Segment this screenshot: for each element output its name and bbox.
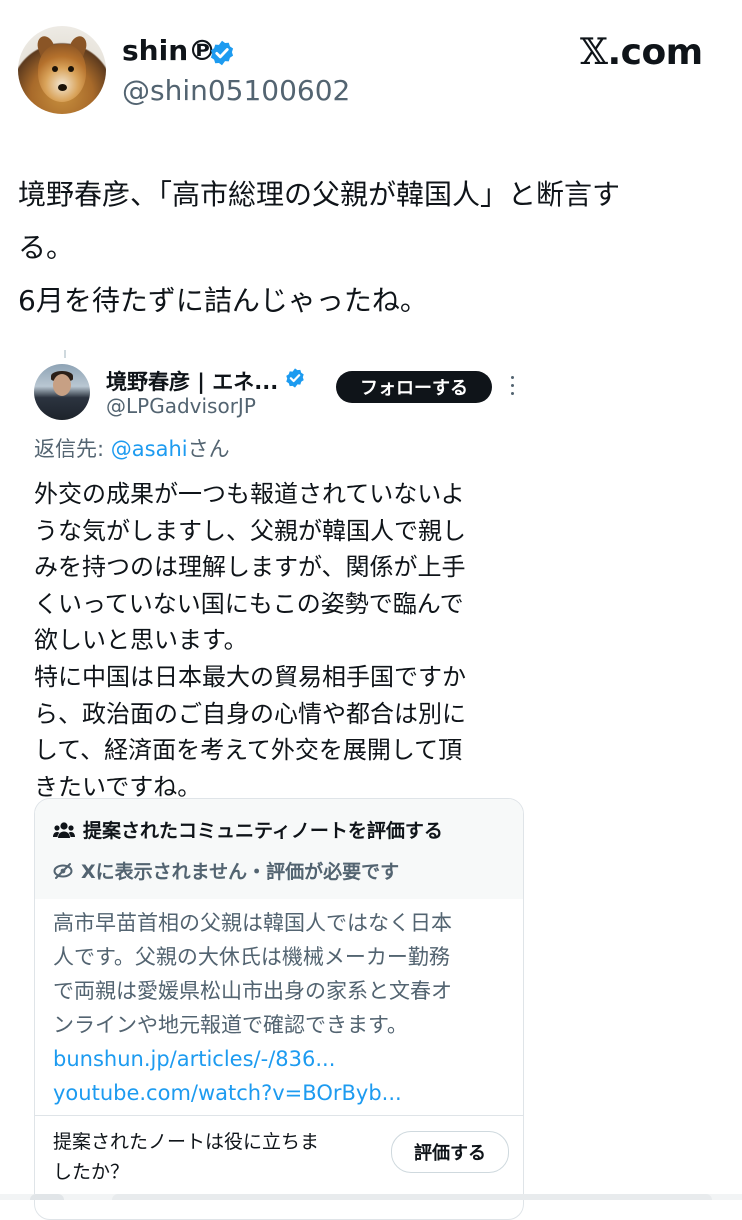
follow-button[interactable]: フォローする (336, 371, 492, 403)
quoted-text-line: 特に中国は日本最大の貿易相手国ですか (34, 662, 466, 691)
quoted-text-line: 外交の成果が一つも報道されていないよ (34, 480, 465, 508)
post-text-line: る。 (18, 231, 75, 264)
quoted-text-line: みを持つのは理解しますが、関係が上手 (34, 553, 466, 582)
reply-to-label: 返信先: @asahiさん (34, 433, 230, 463)
quoted-text-line: して、経済面を考えて外交を展開して頂 (34, 736, 463, 765)
site-label-text: .com (607, 32, 703, 73)
author-avatar[interactable] (18, 26, 106, 114)
reply-mention-link[interactable]: @asahi (111, 437, 188, 461)
avatar-eye (52, 66, 58, 72)
reply-suffix: さん (187, 437, 230, 461)
quoted-author-handle[interactable]: @LPGadvisorJP (106, 394, 256, 418)
author-handle[interactable]: @shin05100602 (122, 74, 350, 107)
community-note-status-text: Xに表示されません・評価が必要です (81, 861, 400, 883)
quoted-author-name[interactable]: 境野春彦 | エネ... (106, 366, 278, 396)
avatar-face (38, 44, 86, 102)
quoted-author-avatar[interactable] (34, 364, 90, 420)
note-body-line: で両親は愛媛県松山市出身の家系と文春オ (53, 979, 452, 1003)
thread-line (64, 350, 66, 358)
quoted-text-line: うな気がしますし、父親が韓国人で親し (34, 516, 466, 545)
reply-avatar-placeholder (30, 1194, 64, 1200)
community-note-status: Xに表示されません・評価が必要です (53, 857, 399, 884)
verified-badge-icon (210, 40, 234, 66)
post-text-line: 境野春彦、「高市総理の父親が韓国人」と断言す (18, 178, 621, 211)
note-body-line: ンラインや地元報道で確認できます。 (53, 1013, 408, 1037)
post-text-line: 6月を待たずに詰んじゃったね。 (18, 284, 428, 317)
rate-note-button[interactable]: 評価する (391, 1131, 509, 1173)
note-source-link[interactable]: bunshun.jp/articles/-/836... (53, 1042, 452, 1076)
community-note-card: 提案されたコミュニティノートを評価する Xに表示されません・評価が必要です 高市… (34, 798, 524, 1220)
people-icon (53, 821, 75, 838)
note-body-line: 高市早苗首相の父親は韓国人ではなく日本 (53, 911, 452, 935)
site-label: 𝕏.com (580, 32, 703, 73)
divider (35, 1115, 523, 1116)
reply-bar (0, 1194, 742, 1200)
quoted-text-line: 欲しいと思います。 (34, 626, 248, 655)
more-options-icon[interactable] (508, 376, 516, 398)
reply-prefix: 返信先: (34, 437, 111, 461)
community-note-title: 提案されたコミュニティノートを評価する (53, 816, 443, 843)
quoted-post-text: 外交の成果が一つも報道されていないよ うな気がしますし、父親が韓国人で親し みを… (34, 476, 466, 805)
community-note-header[interactable]: 提案されたコミュニティノートを評価する Xに表示されません・評価が必要です (35, 799, 523, 899)
note-source-link[interactable]: youtube.com/watch?v=BOrByb... (53, 1076, 452, 1110)
verified-badge-icon (286, 368, 304, 388)
community-note-body: 高市早苗首相の父親は韓国人ではなく日本 人です。父親の大休氏は機械メーカー勤務 … (53, 906, 452, 1110)
eye-off-icon (53, 862, 73, 879)
post-text: 境野春彦、「高市総理の父親が韓国人」と断言す る。 6月を待たずに詰んじゃったね… (18, 168, 728, 327)
note-question-line: したか？ (53, 1161, 130, 1183)
avatar-eye (68, 66, 74, 72)
author-display-name[interactable]: shin℗ (122, 34, 216, 67)
reply-input-placeholder[interactable] (112, 1194, 712, 1200)
community-note-title-text: 提案されたコミュニティノートを評価する (83, 820, 443, 842)
quoted-text-line: くいっていない国にもこの姿勢で臨んで (34, 589, 464, 618)
avatar-head (53, 374, 71, 396)
x-logo-icon: 𝕏 (580, 32, 608, 73)
note-question-line: 提案されたノートは役に立ちま (53, 1131, 320, 1153)
avatar-nose (58, 84, 67, 91)
note-body-line: 人です。父親の大休氏は機械メーカー勤務 (53, 945, 450, 969)
note-helpful-question: 提案されたノートは役に立ちま したか？ (53, 1127, 319, 1187)
quoted-text-line: ら、政治面のご自身の心情や都合は別に (34, 699, 466, 728)
